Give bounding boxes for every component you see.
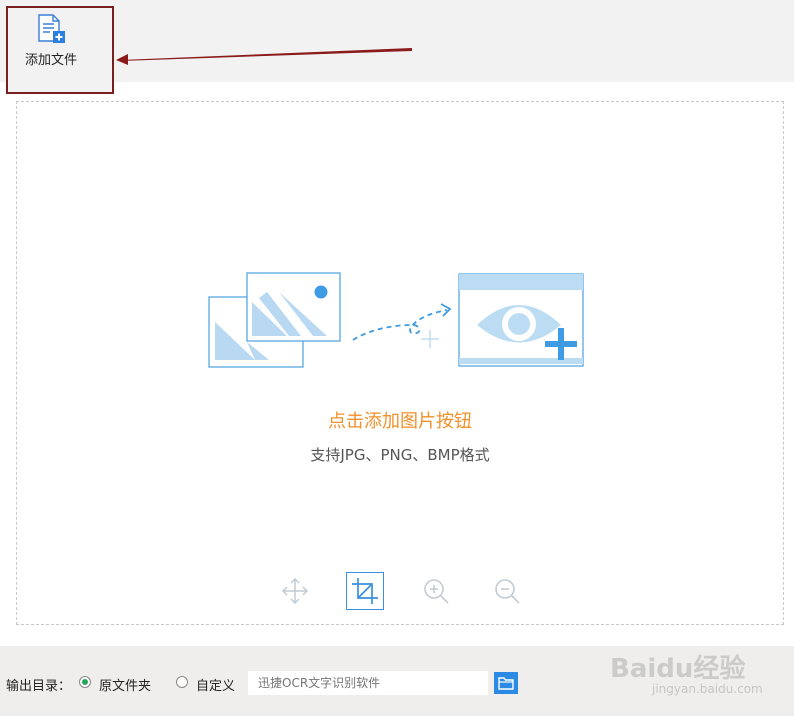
watermark-logo: Baidu经验	[610, 654, 746, 684]
zoom-out-button[interactable]	[488, 572, 526, 610]
output-path-input[interactable]	[248, 671, 488, 695]
add-file-button[interactable]: 添加文件	[6, 6, 114, 94]
drop-zone-subtitle: 支持JPG、PNG、BMP格式	[310, 446, 490, 464]
output-bar: 输出目录： 原文件夹 自定义 Baidu经验 jingyan.baidu.com	[0, 646, 794, 716]
radio-custom-label[interactable]: 自定义	[196, 675, 235, 694]
drop-zone-title: 点击添加图片按钮	[328, 411, 472, 432]
folder-icon	[494, 677, 518, 698]
image-drop-zone[interactable]: 点击添加图片按钮 支持JPG、PNG、BMP格式	[16, 101, 784, 625]
add-file-icon	[36, 14, 68, 46]
radio-original-folder[interactable]	[79, 676, 91, 688]
annotation-arrow	[116, 48, 412, 65]
zoom-in-button[interactable]	[417, 572, 455, 610]
zoom-in-icon	[417, 572, 455, 610]
toolbar	[0, 0, 794, 82]
radio-original-folder-label[interactable]: 原文件夹	[99, 675, 151, 694]
browse-folder-button[interactable]	[494, 672, 518, 694]
radio-custom[interactable]	[176, 676, 188, 688]
move-icon	[276, 572, 314, 610]
crop-icon	[347, 573, 383, 609]
output-directory-label: 输出目录：	[6, 679, 72, 694]
add-file-label: 添加文件	[24, 53, 77, 68]
crop-tool-button[interactable]	[346, 572, 384, 610]
baidu-watermark: Baidu经验 jingyan.baidu.com	[606, 646, 794, 716]
add-image-illustration	[208, 272, 584, 368]
watermark-url: jingyan.baidu.com	[652, 682, 763, 696]
zoom-out-icon	[488, 572, 526, 610]
move-tool-button[interactable]	[276, 572, 314, 610]
